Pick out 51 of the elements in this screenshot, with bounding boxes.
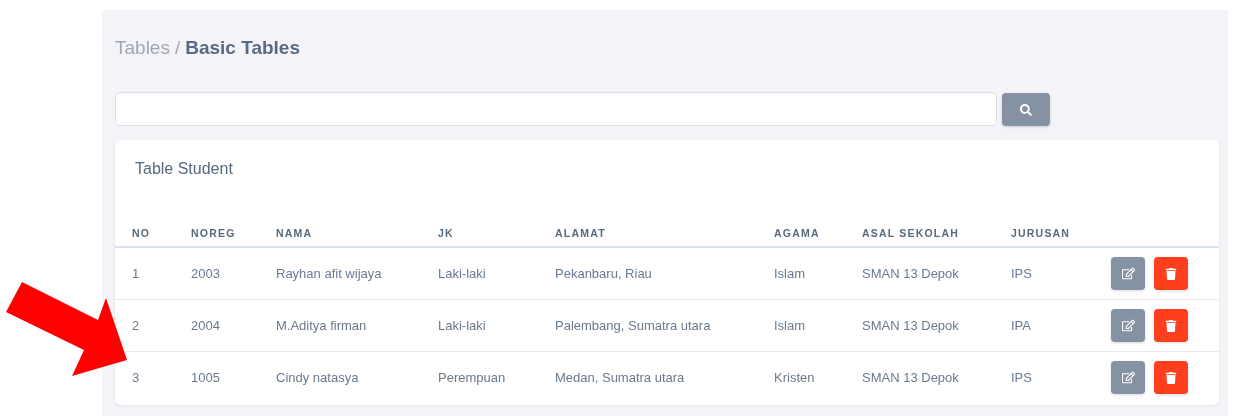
edit-icon <box>1121 371 1135 384</box>
table-cell-text: M.Aditya firman <box>276 318 368 333</box>
delete-button[interactable] <box>1154 309 1188 342</box>
table-cell-text: Pekanbaru, Riau <box>555 266 653 281</box>
table-cell-text: IPS <box>1011 370 1033 385</box>
column-header: NAMA <box>276 227 314 239</box>
column-header: ASAL SEKOLAH <box>862 227 961 239</box>
search-field[interactable] <box>115 92 997 126</box>
edit-icon <box>1121 319 1135 332</box>
table-cell-text: SMAN 13 Depok <box>862 318 960 333</box>
column-header: NO <box>132 227 152 239</box>
table-cell-text: SMAN 13 Depok <box>862 370 960 385</box>
table-cell-text: Laki-laki <box>438 266 487 281</box>
page-title: Basic Tables <box>185 37 300 59</box>
table-cell-text: Perempuan <box>438 370 507 385</box>
trash-icon <box>1165 267 1177 280</box>
table-cell-text: Islam <box>774 266 807 281</box>
search-button[interactable] <box>1002 93 1050 126</box>
table-cell-text: IPA <box>1011 318 1032 333</box>
breadcrumb-separator: / <box>174 37 181 59</box>
breadcrumb-link[interactable]: Tables <box>115 37 170 59</box>
table-cell-text: 2 <box>132 318 141 333</box>
edit-icon <box>1121 267 1135 280</box>
table-cell-text: Kristen <box>774 370 816 385</box>
edit-button[interactable] <box>1111 257 1145 290</box>
edit-button[interactable] <box>1111 309 1145 342</box>
table-cell-text: Medan, Sumatra utara <box>555 370 686 385</box>
trash-icon <box>1165 371 1177 384</box>
table-cell-text: SMAN 13 Depok <box>862 266 960 281</box>
column-header: NOREG <box>191 227 237 239</box>
search-icon <box>1020 103 1032 116</box>
table-cell-text: 1005 <box>191 370 221 385</box>
table-cell-text: Rayhan afit wijaya <box>276 266 383 281</box>
table-cell-text: IPS <box>1011 266 1033 281</box>
table-cell-text: Laki-laki <box>438 318 487 333</box>
table-cell-text: Cindy natasya <box>276 370 360 385</box>
delete-button[interactable] <box>1154 257 1188 290</box>
table-cell-text: Islam <box>774 318 807 333</box>
trash-icon <box>1165 319 1177 332</box>
delete-button[interactable] <box>1154 361 1188 394</box>
card-title: Table Student <box>135 160 233 177</box>
column-header: AGAMA <box>774 227 821 239</box>
table-cell-text: 2003 <box>191 266 221 281</box>
table-cell-text: 3 <box>132 370 141 385</box>
edit-button[interactable] <box>1111 361 1145 394</box>
table-cell-text: Palembang, Sumatra utara <box>555 318 712 333</box>
table-cell-text: 1 <box>132 266 141 281</box>
column-header: JK <box>438 227 455 239</box>
column-header: ALAMAT <box>555 227 607 239</box>
table-cell-text: 2004 <box>191 318 221 333</box>
column-header: JURUSAN <box>1011 227 1072 239</box>
